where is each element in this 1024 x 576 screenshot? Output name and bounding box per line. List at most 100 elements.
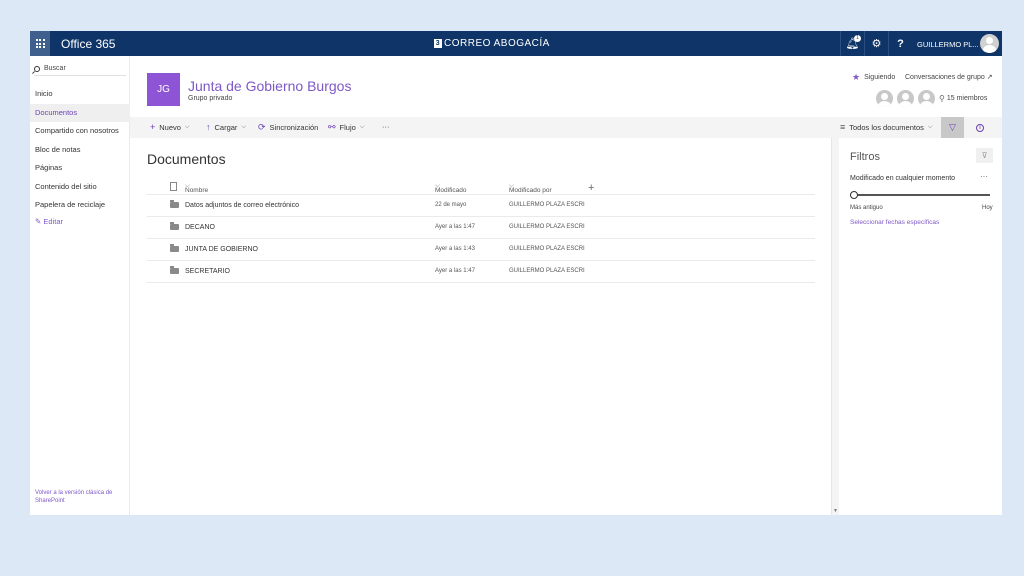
upload-button[interactable]: ↑ Cargar ⌵ [206, 122, 246, 132]
item-modified-by: GUILLERMO PLAZA ESCRI [509, 268, 585, 274]
edit-nav-link[interactable]: ✎ Editar [30, 217, 130, 226]
table-row[interactable]: JUNTA DE GOBIERNO Ayer a las 1:43 GUILLE… [147, 239, 815, 261]
help-icon: ? [897, 37, 904, 50]
site-subtitle: Grupo privado [188, 95, 233, 102]
sync-label: Sincronización [269, 123, 319, 132]
notifications-button[interactable]: 🔔︎ 1 [840, 31, 864, 56]
date-slider[interactable] [850, 191, 990, 199]
edit-nav-label: Editar [43, 216, 63, 226]
folder-icon [170, 222, 179, 230]
add-column-button[interactable]: + [588, 182, 594, 194]
conversations-label: Conversaciones de grupo [905, 74, 985, 81]
nav-item-documentos[interactable]: Documentos [30, 103, 130, 122]
filter-icon: ▽ [949, 122, 956, 132]
slider-track [850, 194, 990, 196]
nav-item-paginas[interactable]: Páginas [30, 159, 130, 178]
info-pane-button[interactable]: i [970, 117, 990, 138]
settings-button[interactable]: ⚙ [864, 31, 888, 56]
clear-filters-button[interactable]: ⊽ [976, 148, 993, 163]
nav-list: Inicio Documentos Compartido con nosotro… [30, 85, 130, 226]
item-modified: Ayer a las 1:43 [435, 246, 475, 252]
item-modified-by: GUILLERMO PLAZA ESCRI [509, 224, 585, 230]
waffle-icon [35, 39, 45, 48]
column-header-modified-by[interactable]: Modificado por ⌵ [509, 182, 552, 194]
follow-button[interactable]: ★ Siguiendo [852, 72, 895, 83]
column-header-modified[interactable]: Modificado ⌵ [435, 182, 466, 194]
office365-brand-link[interactable]: Office 365 [61, 37, 115, 51]
list-scrollbar[interactable]: ▼ [831, 138, 839, 515]
filter-more-button[interactable]: ··· [980, 172, 988, 181]
item-name[interactable]: JUNTA DE GOBIERNO [185, 246, 258, 253]
specific-dates-link[interactable]: Seleccionar fechas específicas [850, 219, 939, 226]
slider-max-label: Hoy [982, 205, 993, 211]
nav-item-compartido[interactable]: Compartido con nosotros [30, 122, 130, 141]
member-avatar [876, 90, 893, 107]
scroll-down-icon[interactable]: ▼ [833, 508, 838, 514]
table-row[interactable]: Datos adjuntos de correo electrónico 22 … [147, 195, 815, 217]
nav-item-papelera[interactable]: Papelera de reciclaje [30, 196, 130, 215]
upload-label: Cargar [214, 122, 238, 132]
filters-title: Filtros [850, 151, 880, 163]
slider-thumb[interactable] [850, 191, 858, 199]
item-name[interactable]: SECRETARIO [185, 268, 230, 275]
table-row[interactable]: SECRETARIO Ayer a las 1:47 GUILLERMO PLA… [147, 261, 815, 283]
sharepoint-window: Office 365 3 CORREO ABOGACÍA 🔔︎ 1 ⚙ ? GU… [30, 31, 1002, 515]
flow-button[interactable]: ⚯ Flujo ⌵ [328, 122, 364, 133]
group-conversations-link[interactable]: Conversaciones de grupo ↗ [905, 73, 993, 81]
column-name-label: Nombre [185, 187, 209, 194]
help-button[interactable]: ? [888, 31, 912, 56]
person-icon: ⚲ [939, 94, 945, 103]
new-button[interactable]: + Nuevo ⌵ [150, 122, 190, 132]
sync-button[interactable]: ⟳ Sincronización [258, 122, 318, 133]
nav-item-inicio[interactable]: Inicio [30, 85, 130, 104]
slider-min-label: Más antiguo [850, 205, 883, 211]
classic-view-link[interactable]: Volver a la versión clásica de SharePoin… [35, 490, 127, 505]
item-modified: 22 de mayo [435, 202, 467, 208]
more-commands-button[interactable]: ··· [382, 122, 390, 131]
list-header: Nombre ⌵ Modificado ⌵ Modificado por ⌵ + [147, 177, 815, 195]
view-selector[interactable]: ≡ Todos los documentos ⌵ [840, 122, 932, 132]
modified-filter-label: Modificado en cualquier momento [850, 175, 956, 182]
library-title: Documentos [147, 151, 226, 167]
gear-icon: ⚙ [871, 38, 882, 50]
chevron-down-icon: ⌵ [359, 124, 365, 130]
arrow-up-right-icon: ↗ [986, 74, 993, 81]
chevron-down-icon: ⌵ [927, 123, 933, 130]
info-icon: i [976, 123, 984, 132]
nav-item-bloc-de-notas[interactable]: Bloc de notas [30, 141, 130, 160]
item-modified: Ayer a las 1:47 [435, 268, 475, 274]
chevron-down-icon: ⌵ [241, 123, 246, 130]
folder-icon [170, 244, 179, 252]
column-header-name[interactable]: Nombre ⌵ [185, 182, 208, 194]
item-name[interactable]: Datos adjuntos de correo electrónico [185, 202, 299, 209]
filters-pane: Filtros ⊽ Modificado en cualquier moment… [840, 138, 1002, 515]
left-navigation: Buscar Inicio Documentos Compartido con … [30, 56, 130, 515]
flow-label: Flujo [339, 123, 356, 132]
suite-bar: Office 365 3 CORREO ABOGACÍA 🔔︎ 1 ⚙ ? GU… [30, 31, 1002, 56]
folder-icon [170, 200, 179, 208]
nav-item-contenido-sitio[interactable]: Contenido del sitio [30, 178, 130, 197]
file-type-icon [170, 182, 177, 191]
member-avatar [897, 90, 914, 107]
plus-icon: + [150, 122, 156, 132]
app-launcher-button[interactable] [30, 31, 50, 56]
filter-pane-button[interactable]: ▽ [941, 117, 964, 138]
search-box[interactable]: Buscar [34, 62, 126, 76]
site-title[interactable]: Junta de Gobierno Burgos [188, 78, 351, 94]
members-area[interactable]: ⚲ 15 miembros [876, 90, 987, 107]
table-row[interactable]: DECANO Ayer a las 1:47 GUILLERMO PLAZA E… [147, 217, 815, 239]
user-name[interactable]: GUILLERMO PL... [917, 40, 979, 49]
search-icon [34, 65, 40, 72]
column-modified-label: Modificado [435, 187, 467, 194]
user-avatar[interactable] [980, 34, 999, 53]
notification-badge: 1 [854, 35, 861, 42]
list-icon: ≡ [840, 122, 846, 132]
member-avatar [918, 90, 935, 107]
clear-filter-icon: ⊽ [981, 151, 988, 160]
upload-arrow-icon: ↑ [206, 122, 211, 132]
document-list: Nombre ⌵ Modificado ⌵ Modificado por ⌵ +… [147, 177, 815, 283]
site-logo[interactable]: JG [147, 73, 180, 106]
item-modified: Ayer a las 1:47 [435, 224, 475, 230]
new-label: Nuevo [159, 122, 181, 132]
item-name[interactable]: DECANO [185, 224, 215, 231]
